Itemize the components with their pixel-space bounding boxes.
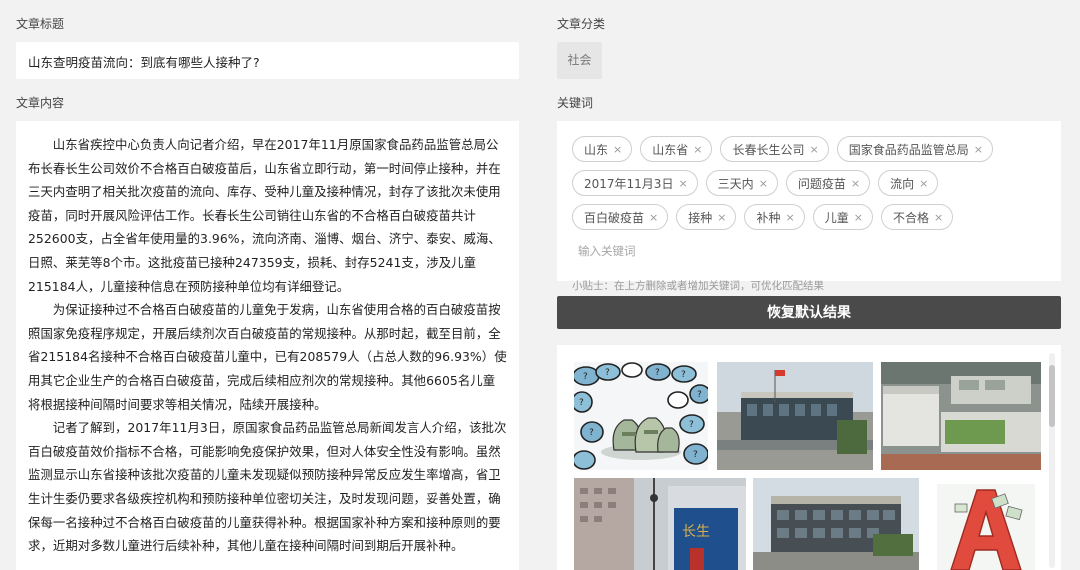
article-content-label: 文章内容 [16,96,65,110]
cartoon-letter-a-image[interactable] [937,484,1035,570]
keyword-tag[interactable]: 不合格 × [880,204,954,230]
keyword-tag-label: 补种 [756,210,781,225]
close-icon[interactable]: × [851,177,860,190]
office-building-image[interactable] [753,478,919,570]
keyword-tag[interactable]: 流向 × [878,170,939,196]
svg-text:?: ? [583,372,588,382]
content-paragraph: 为保证接种过不合格百白破疫苗的儿童免于发病，山东省使用合格的百白破疫苗按照国家免… [28,302,507,412]
article-category-field[interactable]: 社会 [557,42,602,79]
keyword-tag-label: 问题疫苗 [797,176,846,191]
keyword-tag-label: 山东省 [652,142,689,157]
keyword-tag[interactable]: 接种 × [676,204,737,230]
keyword-tag-label: 2017年11月3日 [584,176,674,191]
restore-default-button[interactable]: 恢复默认结果 [557,296,1061,329]
company-sign-image[interactable]: 长生 [574,478,746,570]
keyword-tag[interactable]: 补种 × [744,204,805,230]
keyword-tag-label: 百白破疫苗 [584,210,645,225]
close-icon[interactable]: × [613,143,622,156]
keywords-tip: 小贴士：在上方删除或者增加关键词，可优化匹配结果 [572,280,824,292]
svg-text:?: ? [681,370,686,380]
keyword-tag-label: 流向 [890,176,915,191]
keyword-tag-label: 儿童 [824,210,849,225]
close-icon[interactable]: × [649,211,658,224]
keyword-tag[interactable]: 儿童 × [812,204,873,230]
close-icon[interactable]: × [974,143,983,156]
keyword-tag[interactable]: 山东省 × [640,136,713,162]
image-results-panel: ??? ??? ??? 长生 [557,345,1061,570]
image-results-scrollbar[interactable] [1049,353,1055,568]
svg-text:?: ? [697,390,702,400]
svg-text:?: ? [693,450,698,460]
factory-gate-image[interactable] [717,362,873,470]
svg-text:?: ? [689,420,694,430]
article-content-field[interactable]: 山东省疾控中心负责人向记者介绍，早在2017年11月原国家食品药品监管总局公布长… [16,121,519,570]
keyword-tag-label: 长春长生公司 [732,142,805,157]
close-icon[interactable]: × [919,177,928,190]
close-icon[interactable]: × [678,177,687,190]
keyword-tag[interactable]: 百白破疫苗 × [572,204,669,230]
content-paragraph: 山东省疾控中心负责人向记者介绍，早在2017年11月原国家食品药品监管总局公布长… [28,137,501,294]
close-icon[interactable]: × [759,177,768,190]
cartoon-vaccine-money-image[interactable]: ??? ??? ??? [574,362,708,470]
scrollbar-thumb[interactable] [1049,365,1055,427]
close-icon[interactable]: × [785,211,794,224]
close-icon[interactable]: × [934,211,943,224]
keyword-tag-label: 接种 [688,210,713,225]
keywords-panel: 山东 × 山东省 × 长春长生公司 × 国家食品药品监管总局 × 2017年11月3日 × 三天内 ×… [557,121,1061,292]
svg-text:?: ? [655,368,660,378]
keyword-tag-label: 三天内 [717,176,754,191]
article-title-field[interactable]: 山东查明疫苗流向：到底有哪些人接种了? [16,42,519,79]
close-icon[interactable]: × [809,143,818,156]
keyword-tag-label: 国家食品药品监管总局 [848,142,969,157]
close-icon[interactable]: × [693,143,702,156]
svg-text:?: ? [579,398,584,408]
close-icon[interactable]: × [854,211,863,224]
keyword-tag-label: 山东 [584,142,609,157]
aerial-factory-image[interactable] [881,362,1041,470]
keyword-tag-list: 山东 × 山东省 × 长春长生公司 × 国家食品药品监管总局 × 2017年11月3日 × 三天内 ×… [572,136,1046,264]
article-title-label: 文章标题 [16,17,65,31]
svg-text:?: ? [589,428,594,438]
keyword-tag[interactable]: 长春长生公司 × [720,136,829,162]
keyword-tag[interactable]: 三天内 × [705,170,778,196]
keywords-label: 关键词 [557,96,594,110]
svg-text:长生: 长生 [682,524,710,540]
svg-text:?: ? [605,368,610,378]
content-paragraph: 记者了解到，2017年11月3日，原国家食品药品监管总局新闻发言人介绍，该批次百… [28,420,507,554]
keyword-tag-label: 不合格 [892,210,929,225]
keyword-tag[interactable]: 山东 × [572,136,633,162]
keyword-tag[interactable]: 国家食品药品监管总局 × [836,136,993,162]
close-icon[interactable]: × [717,211,726,224]
keyword-tag[interactable]: 2017年11月3日 × [572,170,698,196]
article-category-label: 文章分类 [557,17,606,31]
keyword-input[interactable] [578,238,668,264]
keyword-tag[interactable]: 问题疫苗 × [785,170,871,196]
